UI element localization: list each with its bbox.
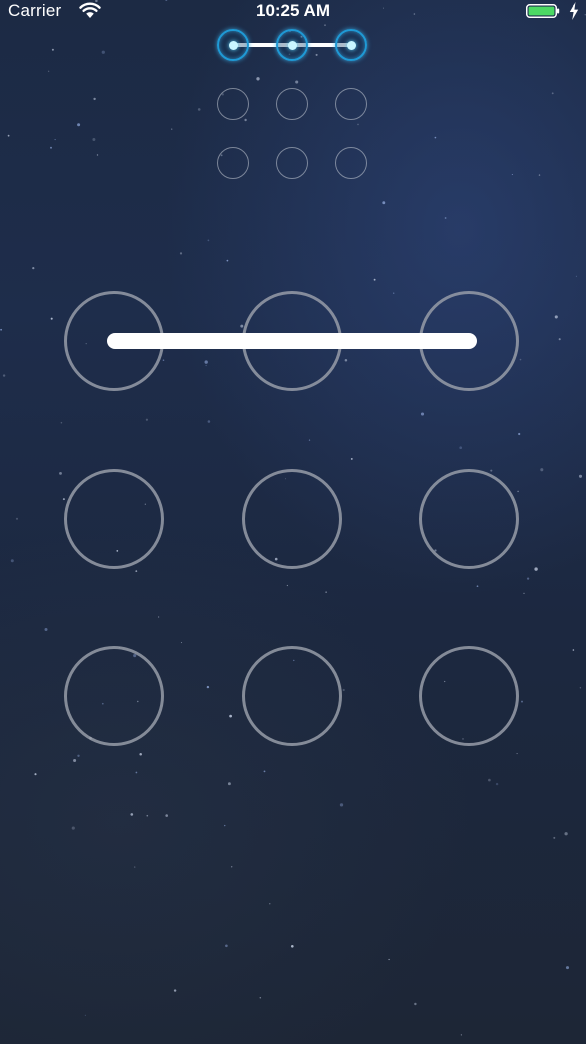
- star: [382, 201, 386, 205]
- pattern-node-4[interactable]: [64, 469, 164, 569]
- preview-dot-2: [276, 29, 308, 61]
- pattern-node-7[interactable]: [64, 646, 164, 746]
- preview-dot-7: [217, 147, 249, 179]
- pattern-lock-pad[interactable]: [0, 250, 586, 790]
- star: [339, 803, 344, 807]
- preview-dot-5: [276, 88, 308, 120]
- preview-dot-6: [335, 88, 367, 120]
- pattern-preview: [0, 0, 586, 200]
- star: [259, 997, 262, 999]
- star: [224, 824, 226, 827]
- star: [230, 866, 233, 868]
- star: [130, 813, 134, 816]
- pattern-node-9[interactable]: [419, 646, 519, 746]
- pattern-stroke: [107, 333, 477, 349]
- preview-dot-9: [335, 147, 367, 179]
- star: [269, 903, 271, 905]
- pattern-node-5[interactable]: [242, 469, 342, 569]
- star: [444, 217, 447, 219]
- star: [564, 832, 568, 836]
- preview-dot-1: [217, 29, 249, 61]
- preview-dot-8: [276, 147, 308, 179]
- preview-dot-4: [217, 88, 249, 120]
- star: [173, 989, 177, 992]
- star: [414, 1002, 417, 1006]
- pattern-node-6[interactable]: [419, 469, 519, 569]
- star: [290, 944, 294, 948]
- star: [84, 1014, 86, 1016]
- star: [460, 1034, 463, 1036]
- preview-dot-3: [335, 29, 367, 61]
- star: [388, 958, 390, 961]
- star: [71, 826, 75, 830]
- pattern-node-8[interactable]: [242, 646, 342, 746]
- star: [207, 239, 210, 242]
- star: [146, 814, 149, 817]
- star: [225, 944, 228, 948]
- star: [553, 836, 556, 839]
- star: [565, 966, 570, 970]
- star: [165, 814, 168, 817]
- star: [134, 866, 136, 868]
